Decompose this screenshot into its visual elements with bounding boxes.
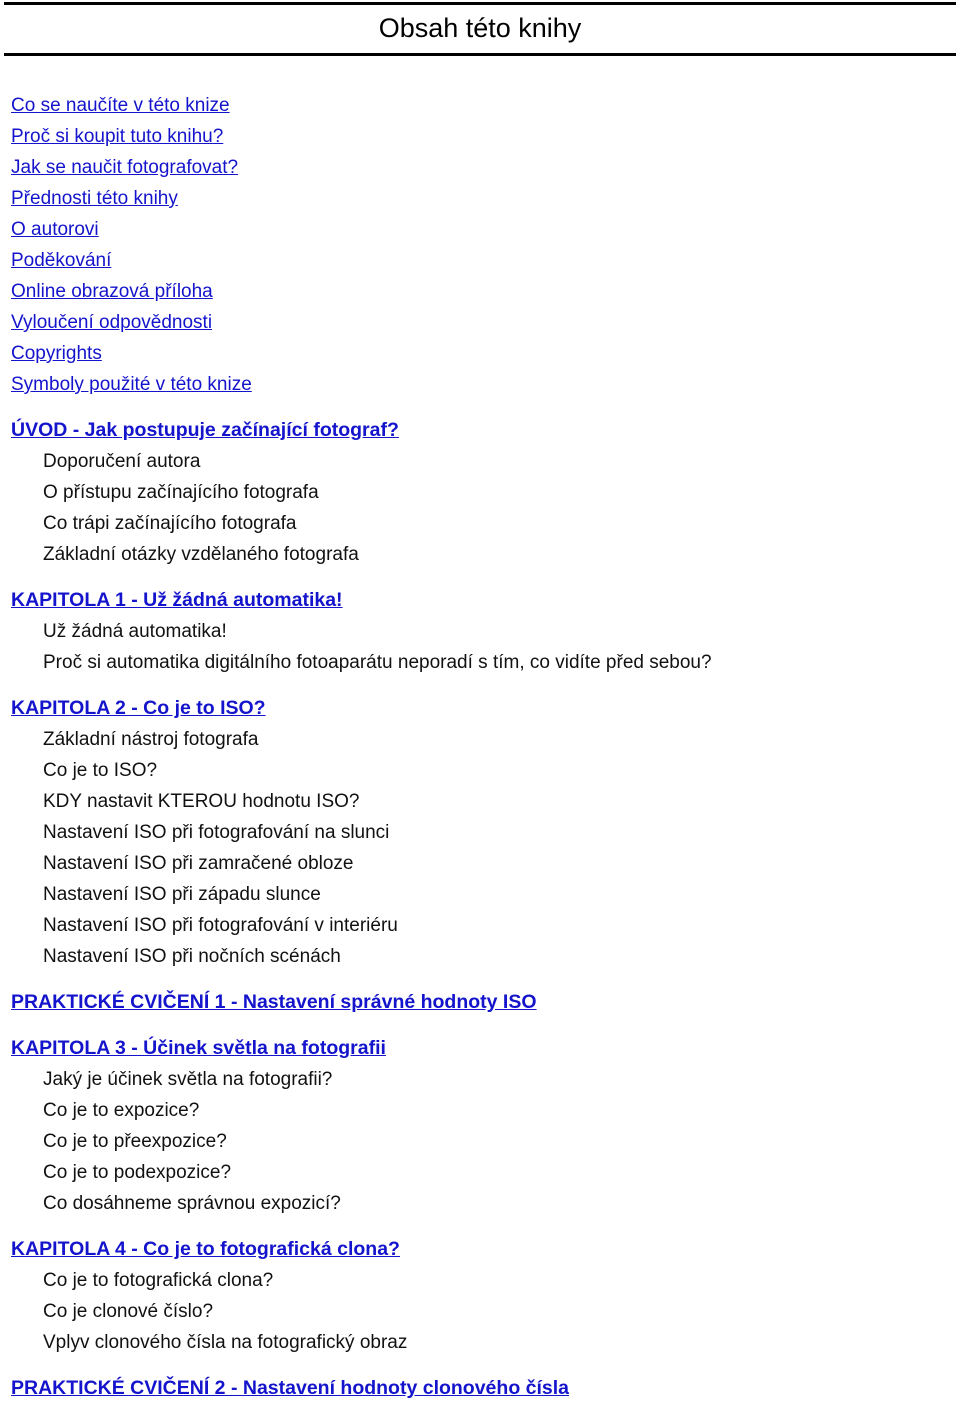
toc-sub-entry: Nastavení ISO při zamračené obloze [0,848,960,879]
toc-sub-entry: Co je clonové číslo? [0,1296,960,1327]
toc-entry-label: Co je clonové číslo? [43,1301,214,1322]
toc-entry-link[interactable]: Proč si koupit tuto knihu? [0,121,960,152]
toc-entry-label: Nastavení ISO při fotografování na slunc… [43,822,390,843]
toc-entry-label[interactable]: PRAKTICKÉ CVIČENÍ 1 - Nastavení správné … [11,991,537,1013]
toc-sub-entry: Nastavení ISO při nočních scénách [0,941,960,972]
toc-sub-entry: Co je to přeexpozice? [0,1126,960,1157]
toc-sub-entry: Nastavení ISO při fotografování na slunc… [0,817,960,848]
toc-entry-label[interactable]: Copyrights [11,343,102,364]
toc-sub-entry: Nastavení ISO při fotografování v interi… [0,910,960,941]
toc-entry-label[interactable]: Symboly použité v této knize [11,374,252,395]
toc-entry-label[interactable]: Online obrazová příloha [11,281,213,302]
toc-sub-entry: Co je to ISO? [0,755,960,786]
toc-entry-label[interactable]: KAPITOLA 2 - Co je to ISO? [11,697,266,719]
toc-section-heading-link[interactable]: KAPITOLA 1 - Už žádná automatika! [0,585,960,616]
toc-entry-label[interactable]: ÚVOD - Jak postupuje začínající fotograf… [11,419,399,441]
toc-entry-link[interactable]: Co se naučíte v této knize [0,90,960,121]
toc-entry-label[interactable]: KAPITOLA 4 - Co je to fotografická clona… [11,1238,400,1260]
toc-entry-label: Nastavení ISO při zamračené obloze [43,853,354,874]
toc-entry-link[interactable]: Poděkování [0,245,960,276]
toc-entry-label: KDY nastavit KTEROU hodnotu ISO? [43,791,360,812]
toc-sub-entry: Co trápi začínajícího fotografa [0,508,960,539]
document-page: Obsah této knihy Co se naučíte v této kn… [0,2,960,1399]
toc-entry-label: Vplyv clonového čísla na fotografický ob… [43,1332,408,1353]
toc-sub-entry: Základní otázky vzdělaného fotografa [0,539,960,570]
table-of-contents: Co se naučíte v této knize Proč si koupit… [0,56,960,1404]
toc-sub-entry: Proč si automatika digitálního fotoapará… [0,647,960,678]
toc-sub-entry: Co je to podexpozice? [0,1157,960,1188]
toc-entry-label: O přístupu začínajícího fotografa [43,482,319,503]
toc-sub-entry: KDY nastavit KTEROU hodnotu ISO? [0,786,960,817]
toc-entry-label[interactable]: Proč si koupit tuto knihu? [11,126,223,147]
toc-entry-label[interactable]: KAPITOLA 3 - Účinek světla na fotografii [11,1037,386,1059]
toc-entry-label: Co dosáhneme správnou expozicí? [43,1193,341,1214]
toc-sub-entry: Jaký je účinek světla na fotografii? [0,1064,960,1095]
toc-section-heading-link[interactable]: KAPITOLA 2 - Co je to ISO? [0,693,960,724]
toc-entry-label: Základní nástroj fotografa [43,729,259,750]
toc-entry-label[interactable]: Co se naučíte v této knize [11,95,230,116]
toc-entry-link[interactable]: Copyrights [0,338,960,369]
toc-entry-label[interactable]: Přednosti této knihy [11,188,178,209]
toc-entry-label: Co je to expozice? [43,1100,200,1121]
toc-sub-entry: Co je to expozice? [0,1095,960,1126]
toc-entry-label: Nastavení ISO při fotografování v interi… [43,915,398,936]
toc-entry-label: Co je to ISO? [43,760,158,781]
toc-entry-label: Proč si automatika digitálního fotoapará… [43,652,712,673]
toc-entry-label: Už žádná automatika! [43,621,227,642]
toc-entry-label: Nastavení ISO při západu slunce [43,884,321,905]
toc-section-heading-link[interactable]: PRAKTICKÉ CVIČENÍ 2 - Nastavení hodnoty … [0,1373,960,1404]
toc-entry-label: Co je to přeexpozice? [43,1131,227,1152]
toc-entry-label: Nastavení ISO při nočních scénách [43,946,341,967]
toc-section-heading-link[interactable]: ÚVOD - Jak postupuje začínající fotograf… [0,415,960,446]
toc-entry-label[interactable]: Vyloučení odpovědnosti [11,312,212,333]
toc-entry-label: Jaký je účinek světla na fotografii? [43,1069,333,1090]
toc-section-heading-link[interactable]: KAPITOLA 4 - Co je to fotografická clona… [0,1234,960,1265]
toc-entry-label[interactable]: Jak se naučit fotografovat? [11,157,238,178]
toc-section-heading-link[interactable]: KAPITOLA 3 - Účinek světla na fotografii [0,1033,960,1064]
toc-sub-entry: Základní nástroj fotografa [0,724,960,755]
toc-sub-entry: Už žádná automatika! [0,616,960,647]
toc-sub-entry: Doporučení autora [0,446,960,477]
toc-entry-link[interactable]: Online obrazová příloha [0,276,960,307]
toc-sub-entry: Co je to fotografická clona? [0,1265,960,1296]
toc-entry-label[interactable]: PRAKTICKÉ CVIČENÍ 2 - Nastavení hodnoty … [11,1377,569,1399]
toc-entry-label: Co je to podexpozice? [43,1162,232,1183]
toc-entry-label: Co je to fotografická clona? [43,1270,274,1291]
toc-sub-entry: Co dosáhneme správnou expozicí? [0,1188,960,1219]
toc-entry-label: Co trápi začínajícího fotografa [43,513,297,534]
toc-sub-entry: Nastavení ISO při západu slunce [0,879,960,910]
toc-entry-link[interactable]: Jak se naučit fotografovat? [0,152,960,183]
toc-entry-label[interactable]: Poděkování [11,250,111,271]
toc-entry-link[interactable]: Symboly použité v této knize [0,369,960,400]
toc-sub-entry: O přístupu začínajícího fotografa [0,477,960,508]
toc-entry-label: Doporučení autora [43,451,201,472]
toc-entry-label[interactable]: O autorovi [11,219,99,240]
toc-entry-link[interactable]: Vyloučení odpovědnosti [0,307,960,338]
toc-section-heading-link[interactable]: PRAKTICKÉ CVIČENÍ 1 - Nastavení správné … [0,987,960,1018]
page-title: Obsah této knihy [378,13,582,43]
toc-entry-label[interactable]: KAPITOLA 1 - Už žádná automatika! [11,589,343,611]
toc-entry-link[interactable]: Přednosti této knihy [0,183,960,214]
toc-sub-entry: Vplyv clonového čísla na fotografický ob… [0,1327,960,1358]
toc-entry-label: Základní otázky vzdělaného fotografa [43,544,359,565]
toc-entry-link[interactable]: O autorovi [0,214,960,245]
